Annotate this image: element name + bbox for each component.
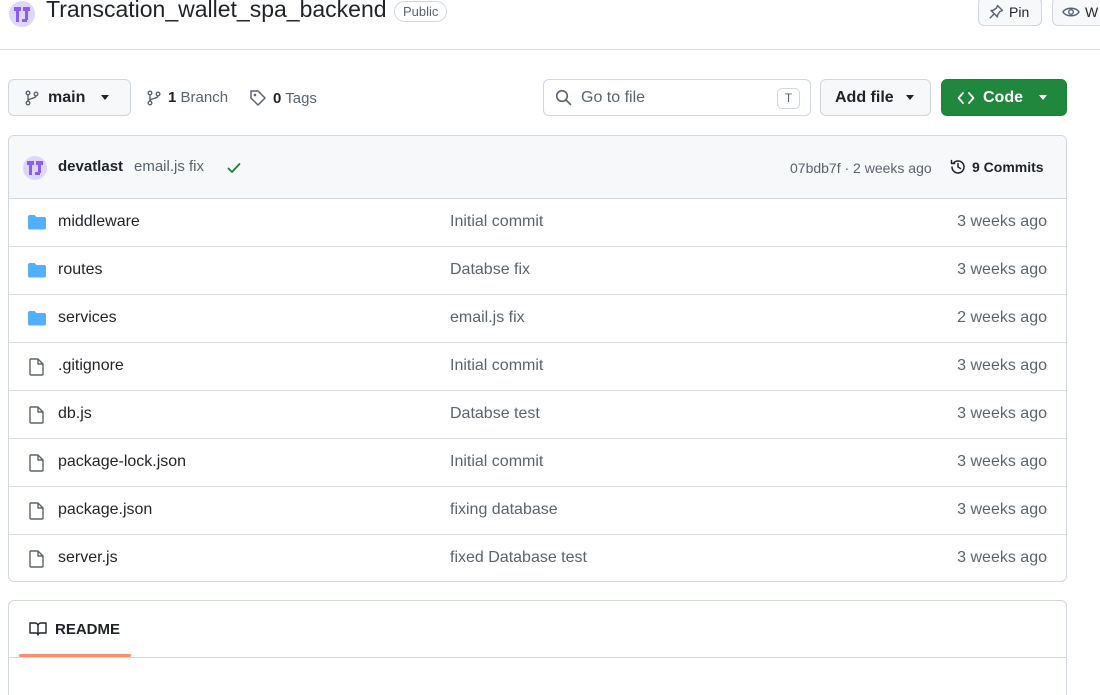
file-age: 3 weeks ago [957, 549, 1047, 566]
file-age: 3 weeks ago [957, 453, 1047, 470]
file-commit-message[interactable]: Databse fix [450, 261, 530, 279]
pin-label: Pin [1009, 3, 1030, 20]
file-name[interactable]: package-lock.json [58, 453, 186, 471]
file-commit-message[interactable]: Databse test [450, 405, 540, 423]
file-age: 3 weeks ago [957, 357, 1047, 374]
tags-link[interactable]: 0 Tags [249, 89, 317, 107]
visibility-badge: Public [394, 1, 448, 22]
add-file-button[interactable]: Add file [820, 79, 931, 116]
code-label: Code [983, 88, 1023, 106]
code-button[interactable]: Code [941, 79, 1067, 116]
book-icon [29, 622, 47, 636]
branch-count: 1 [168, 89, 177, 106]
readme-panel: README [8, 600, 1067, 695]
readme-divider [9, 657, 1066, 658]
file-name[interactable]: db.js [58, 405, 92, 423]
commit-message[interactable]: email.js fix [134, 158, 204, 175]
watch-label: W [1085, 3, 1099, 20]
file-age: 3 weeks ago [957, 213, 1047, 230]
branch-icon [147, 90, 161, 105]
repo-name[interactable]: Transcation_wallet_spa_backend [46, 0, 387, 23]
file-list: middleware Initial commit 3 weeks ago ro… [9, 199, 1066, 581]
code-icon [957, 91, 975, 104]
tag-count: 0 [273, 89, 282, 107]
author-avatar[interactable] [23, 156, 47, 180]
eye-icon [1062, 7, 1080, 16]
file-row[interactable]: server.js fixed Database test 3 weeks ag… [9, 535, 1066, 581]
commit-author[interactable]: devatlast [58, 158, 123, 175]
file-icon [29, 406, 44, 424]
file-commit-message[interactable]: fixed Database test [450, 549, 587, 567]
file-row[interactable]: middleware Initial commit 3 weeks ago [9, 199, 1066, 247]
history-icon [950, 159, 965, 174]
branch-count-label: Branch [180, 89, 229, 106]
readme-tab[interactable]: README [19, 601, 131, 657]
file-row[interactable]: services email.js fix 2 weeks ago [9, 295, 1066, 343]
file-name[interactable]: .gitignore [58, 357, 124, 375]
file-name[interactable]: server.js [58, 549, 118, 567]
check-icon[interactable] [226, 160, 242, 176]
go-to-file-input[interactable]: Go to file T [543, 79, 811, 116]
keyboard-shortcut-hint: T [777, 88, 800, 109]
branch-name: main [48, 88, 86, 106]
file-commit-message[interactable]: email.js fix [450, 309, 525, 327]
pin-icon [989, 4, 1004, 19]
branch-select-button[interactable]: main [8, 79, 131, 116]
folder-icon [28, 311, 46, 326]
repo-header: Transcation_wallet_spa_backend Public Pi… [0, 0, 1100, 50]
folder-icon [28, 215, 46, 230]
chevron-down-icon [905, 95, 914, 100]
file-name[interactable]: package.json [58, 501, 152, 519]
branches-link[interactable]: 1 Branch [146, 89, 228, 106]
search-icon [555, 89, 572, 106]
folder-icon [28, 263, 46, 278]
tag-count-label: Tags [285, 89, 317, 107]
file-icon [29, 502, 44, 520]
file-age: 3 weeks ago [957, 261, 1047, 278]
tag-icon [250, 90, 266, 106]
file-age: 3 weeks ago [957, 405, 1047, 422]
watch-button[interactable]: W [1052, 0, 1100, 26]
latest-commit-bar: devatlast email.js fix 07bdb7f · 2 weeks… [9, 136, 1066, 199]
file-browser: devatlast email.js fix 07bdb7f · 2 weeks… [8, 135, 1067, 582]
file-icon [29, 550, 44, 568]
readme-tab-label: README [55, 620, 121, 638]
commits-count: 9 Commits [972, 159, 1044, 175]
commit-hash-age[interactable]: 07bdb7f · 2 weeks ago [790, 160, 932, 176]
pin-button[interactable]: Pin [978, 0, 1042, 26]
file-row[interactable]: routes Databse fix 3 weeks ago [9, 247, 1066, 295]
file-name[interactable]: middleware [58, 213, 140, 231]
file-commit-message[interactable]: Initial commit [450, 453, 543, 471]
chevron-down-icon [1039, 95, 1047, 100]
repo-owner-avatar[interactable] [9, 1, 35, 27]
file-commit-message[interactable]: Initial commit [450, 357, 543, 375]
file-age: 2 weeks ago [957, 309, 1047, 326]
file-row[interactable]: db.js Databse test 3 weeks ago [9, 391, 1066, 439]
commits-history-link[interactable]: 9 Commits [949, 158, 1044, 176]
file-icon [29, 454, 44, 472]
file-row[interactable]: package.json fixing database 3 weeks ago [9, 487, 1066, 535]
file-icon [29, 358, 44, 376]
file-row[interactable]: .gitignore Initial commit 3 weeks ago [9, 343, 1066, 391]
file-row[interactable]: package-lock.json Initial commit 3 weeks… [9, 439, 1066, 487]
search-placeholder: Go to file [581, 88, 646, 106]
file-commit-message[interactable]: fixing database [450, 501, 558, 519]
file-name[interactable]: services [58, 309, 117, 327]
add-file-label: Add file [835, 88, 894, 106]
file-commit-message[interactable]: Initial commit [450, 213, 543, 231]
chevron-down-icon [101, 95, 110, 100]
file-name[interactable]: routes [58, 261, 102, 279]
file-age: 3 weeks ago [957, 501, 1047, 518]
branch-icon [25, 90, 39, 105]
